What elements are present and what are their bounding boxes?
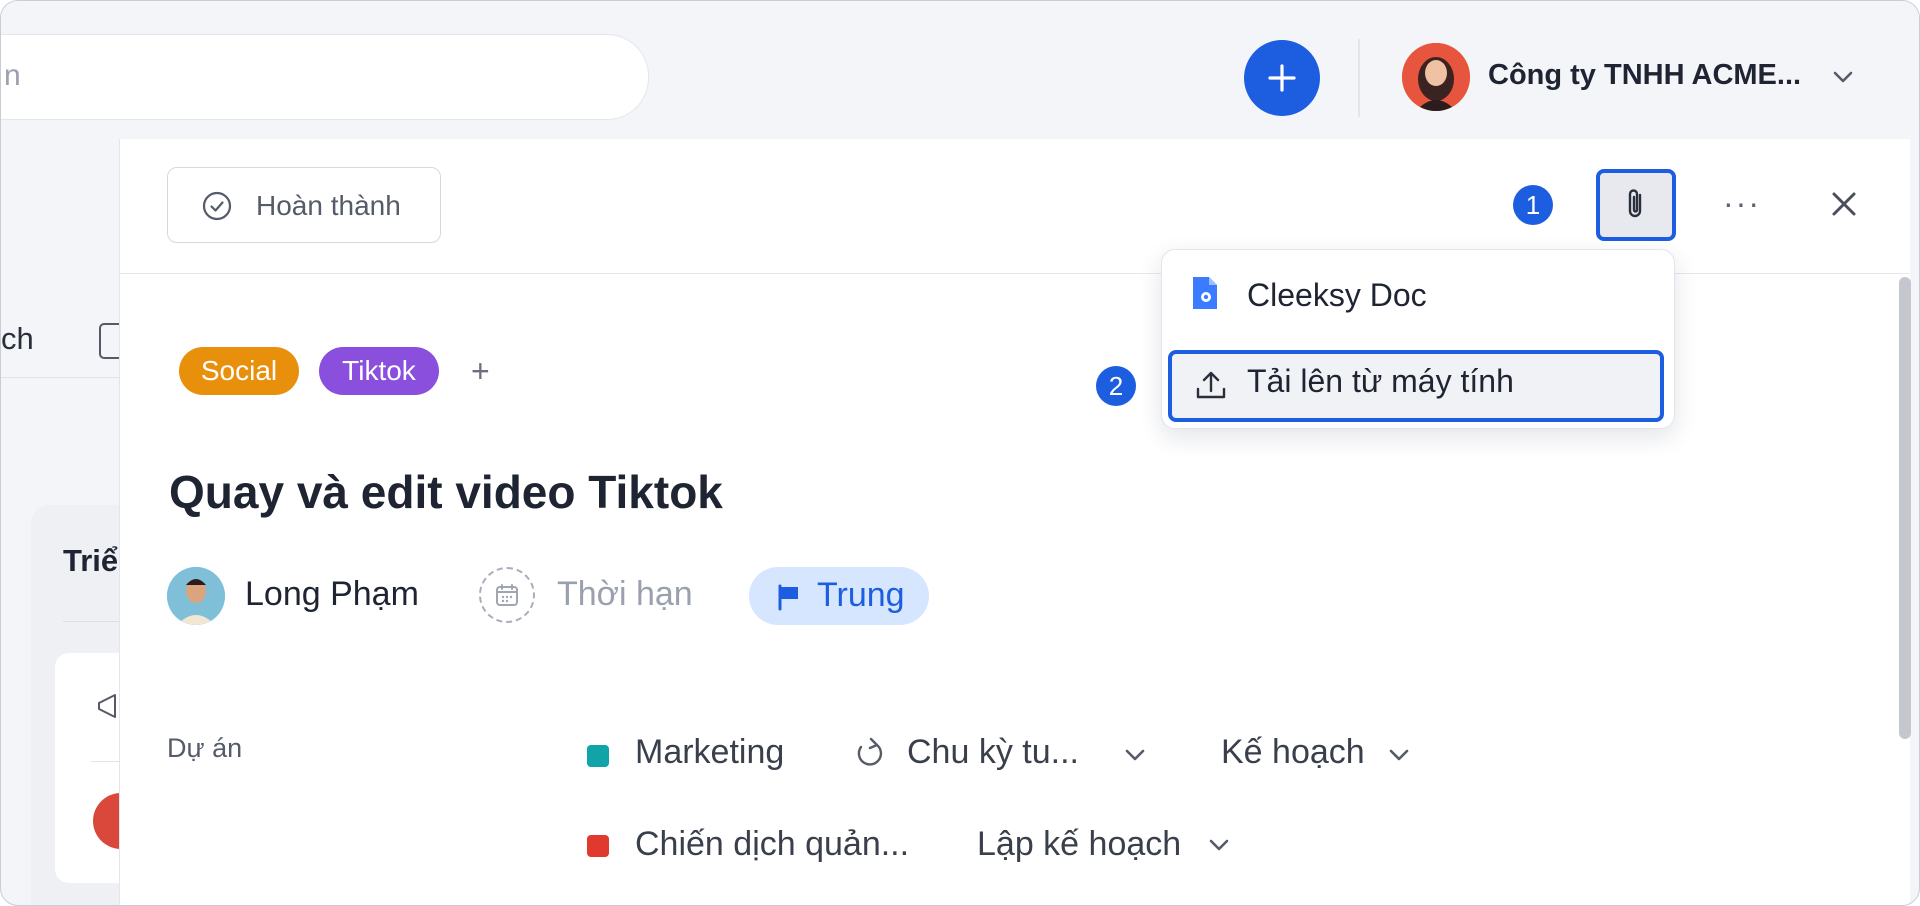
- calendar-icon: [496, 584, 518, 606]
- priority-label: Trung: [817, 576, 905, 614]
- tag-social[interactable]: Social: [179, 347, 299, 395]
- add-tag-button[interactable]: +: [471, 353, 490, 390]
- background-tab-label[interactable]: ch: [1, 321, 34, 357]
- app-window: n Công ty TNHH ACME... ch Triể Hoàn thàn…: [0, 0, 1920, 906]
- close-icon[interactable]: [1827, 187, 1861, 221]
- doc-icon: [1193, 277, 1217, 309]
- complete-button[interactable]: Hoàn thành: [167, 167, 441, 243]
- search-input[interactable]: n: [1, 34, 649, 120]
- panel-scrollbar[interactable]: [1899, 277, 1911, 739]
- project-stage[interactable]: Kế hoạch: [1221, 733, 1365, 772]
- add-button[interactable]: [1244, 40, 1320, 116]
- chevron-down-icon[interactable]: [1385, 741, 1413, 769]
- header-divider: [1358, 39, 1360, 117]
- chevron-down-icon[interactable]: [1205, 831, 1233, 859]
- flag-icon: [778, 584, 798, 611]
- menu-item-cleeksy-doc[interactable]: Cleeksy Doc: [1247, 277, 1427, 314]
- due-date-button[interactable]: [479, 567, 535, 623]
- project-name[interactable]: Chiến dịch quản...: [635, 825, 909, 864]
- project-stage[interactable]: Lập kế hoạch: [977, 825, 1181, 864]
- company-name[interactable]: Công ty TNHH ACME...: [1488, 59, 1801, 92]
- step-badge-2: 2: [1096, 366, 1136, 406]
- assignee-name[interactable]: Long Phạm: [245, 575, 419, 614]
- task-title[interactable]: Quay và edit video Tiktok: [169, 465, 723, 519]
- project-color-dot: [587, 835, 609, 857]
- due-date-label[interactable]: Thời hạn: [557, 575, 693, 614]
- more-options-button[interactable]: ···: [1723, 185, 1761, 222]
- attach-button[interactable]: [1596, 169, 1676, 241]
- project-field-label: Dự án: [167, 733, 243, 763]
- company-avatar[interactable]: [1402, 43, 1470, 111]
- check-circle-icon: [202, 191, 232, 221]
- priority-badge[interactable]: Trung: [749, 567, 929, 625]
- chevron-down-icon[interactable]: [1121, 741, 1149, 769]
- upload-menu-label[interactable]: Tải lên từ máy tính: [1247, 363, 1514, 400]
- background-column-title: Triể: [63, 543, 119, 578]
- upload-icon: [1196, 371, 1226, 399]
- chevron-down-icon[interactable]: [1829, 63, 1857, 91]
- step-badge-1: 1: [1513, 185, 1553, 225]
- tag-tiktok[interactable]: Tiktok: [319, 347, 439, 395]
- project-name[interactable]: Marketing: [635, 733, 784, 772]
- project-cycle[interactable]: Chu kỳ tu...: [907, 733, 1079, 772]
- assignee-avatar[interactable]: [167, 567, 225, 625]
- project-color-dot: [587, 745, 609, 767]
- plus-icon: [1268, 64, 1296, 92]
- search-placeholder: n: [4, 59, 21, 92]
- paperclip-icon: [1628, 189, 1642, 218]
- complete-button-label: Hoàn thành: [256, 190, 401, 221]
- cycle-icon: [857, 737, 883, 766]
